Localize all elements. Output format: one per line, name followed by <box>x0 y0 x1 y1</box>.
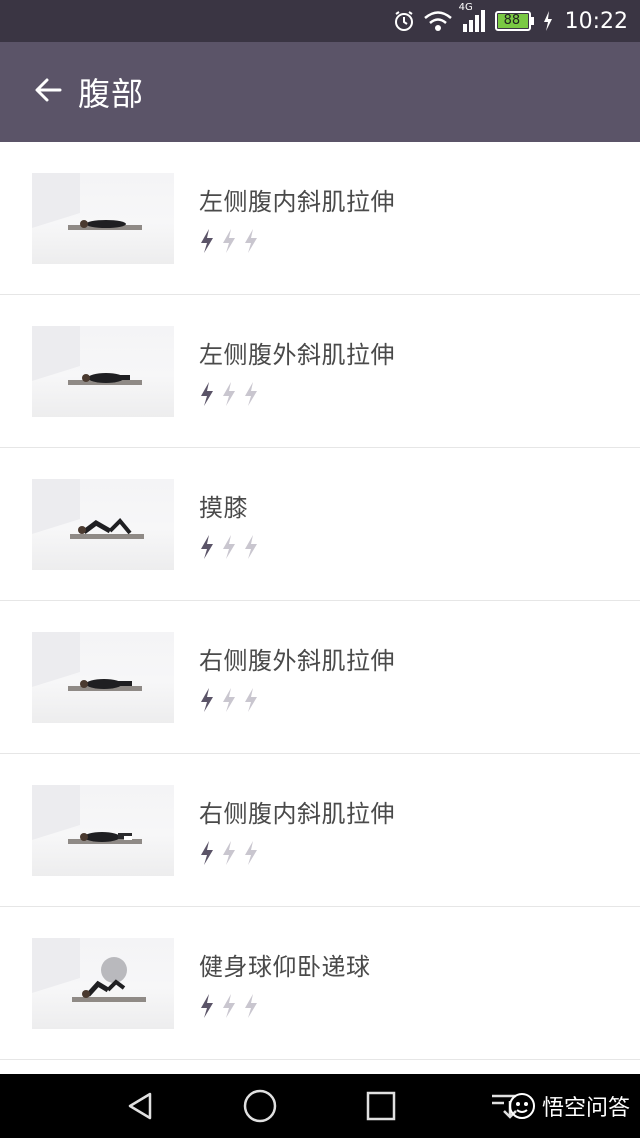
bolt-active-icon <box>201 841 213 865</box>
bolt-inactive-icon <box>245 688 257 712</box>
exercise-title: 右侧腹内斜肌拉伸 <box>199 800 395 828</box>
network-type-label: 4G <box>458 2 473 13</box>
bolt-active-icon <box>201 229 213 253</box>
exercise-thumbnail <box>32 326 174 417</box>
exercise-thumbnail <box>32 632 174 723</box>
status-bar: 4G 88 10:22 <box>0 0 640 42</box>
bolt-inactive-icon <box>245 229 257 253</box>
nav-back-button[interactable] <box>120 1088 160 1124</box>
recents-square-icon <box>366 1091 396 1121</box>
exercise-title: 右侧腹外斜肌拉伸 <box>199 647 395 675</box>
exercise-item[interactable]: 左侧腹内斜肌拉伸 <box>0 142 640 295</box>
back-button[interactable] <box>18 62 78 122</box>
charging-icon <box>543 10 553 32</box>
app-bar: 腹部 <box>0 42 640 142</box>
bolt-inactive-icon <box>223 841 235 865</box>
exercise-thumbnail <box>32 938 174 1029</box>
watermark: 悟空问答 <box>508 1090 630 1122</box>
wifi-icon <box>423 10 453 32</box>
bolt-inactive-icon <box>223 994 235 1018</box>
status-time: 10:22 <box>564 8 628 34</box>
page-title: 腹部 <box>78 75 145 113</box>
exercise-item[interactable]: 健身球仰卧递球 <box>0 907 640 1060</box>
bolt-inactive-icon <box>223 535 235 559</box>
exercise-item[interactable]: 右侧腹内斜肌拉伸 <box>0 754 640 907</box>
bolt-inactive-icon <box>245 382 257 406</box>
exercise-thumbnail <box>32 785 174 876</box>
bolt-inactive-icon <box>245 994 257 1018</box>
system-nav-bar: 悟空问答 <box>0 1074 640 1138</box>
difficulty-rating <box>199 382 395 406</box>
nav-home-button[interactable] <box>240 1088 280 1124</box>
difficulty-rating <box>199 688 395 712</box>
bolt-inactive-icon <box>245 535 257 559</box>
exercise-thumbnail <box>32 479 174 570</box>
bolt-active-icon <box>201 994 213 1018</box>
exercise-title: 健身球仰卧递球 <box>199 953 371 981</box>
difficulty-rating <box>199 841 395 865</box>
exercise-list: 左侧腹内斜肌拉伸 左侧腹外斜肌拉伸 摸膝 右侧腹外斜肌拉伸 右侧腹内斜肌拉伸 健… <box>0 142 640 1074</box>
bolt-inactive-icon <box>245 841 257 865</box>
exercise-item[interactable]: 摸膝 <box>0 448 640 601</box>
difficulty-rating <box>199 994 371 1018</box>
wukong-logo-icon <box>508 1093 535 1119</box>
home-circle-icon <box>243 1089 277 1123</box>
exercise-title: 摸膝 <box>199 494 248 522</box>
bolt-inactive-icon <box>223 382 235 406</box>
bolt-active-icon <box>201 535 213 559</box>
exercise-thumbnail <box>32 173 174 264</box>
battery-level: 88 <box>503 13 521 28</box>
difficulty-rating <box>199 229 395 253</box>
exercise-item[interactable]: 左侧腹外斜肌拉伸 <box>0 295 640 448</box>
exercise-item[interactable]: 右侧腹外斜肌拉伸 <box>0 601 640 754</box>
arrow-left-icon <box>34 76 62 108</box>
bolt-inactive-icon <box>223 688 235 712</box>
signal-icon: 4G <box>459 2 487 32</box>
bolt-active-icon <box>201 688 213 712</box>
exercise-title: 左侧腹内斜肌拉伸 <box>199 188 395 216</box>
alarm-icon <box>393 10 415 32</box>
bolt-inactive-icon <box>223 229 235 253</box>
difficulty-rating <box>199 535 259 559</box>
exercise-title: 左侧腹外斜肌拉伸 <box>199 341 395 369</box>
watermark-text: 悟空问答 <box>541 1096 630 1121</box>
back-triangle-icon <box>128 1092 152 1120</box>
nav-recents-button[interactable] <box>361 1088 401 1124</box>
bolt-active-icon <box>201 382 213 406</box>
battery-icon: 88 <box>494 10 535 32</box>
